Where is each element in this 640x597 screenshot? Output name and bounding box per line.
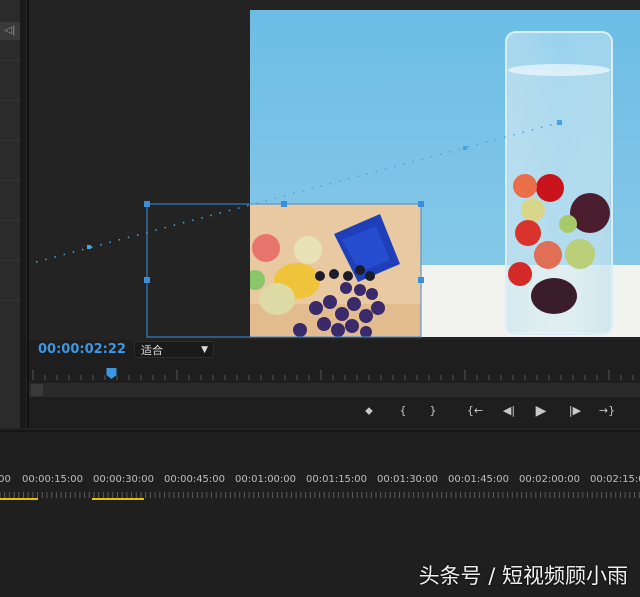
playhead-marker — [106, 368, 117, 379]
go-to-in-button[interactable]: {← — [466, 402, 484, 420]
motion-path — [35, 121, 563, 263]
ruler-label: 00:00:30:00 — [93, 474, 155, 485]
playhead-timecode[interactable]: 00:00:02:22 — [38, 342, 126, 357]
ruler-label: 00:01:15:00 — [306, 474, 368, 485]
monitor-zoom-handle[interactable] — [31, 384, 43, 396]
motion-overlay — [35, 120, 563, 338]
zoom-fit-value: 适合 — [141, 344, 163, 357]
work-area-bar[interactable] — [92, 498, 144, 500]
ruler-label: 00:00 — [0, 474, 11, 485]
step-forward-button[interactable]: |▶ — [566, 402, 584, 420]
play-button[interactable]: ▶ — [532, 402, 550, 420]
keyframe-point — [557, 120, 562, 125]
add-marker-button[interactable]: ⬥ — [360, 402, 378, 420]
monitor-time-ruler[interactable] — [29, 364, 640, 384]
ruler-label: 00:02:00:00 — [519, 474, 581, 485]
mark-out-button[interactable]: } — [424, 402, 442, 420]
transform-handle-top-right[interactable] — [418, 201, 424, 207]
ruler-label: 00:00:15:00 — [22, 474, 84, 485]
transform-handle-mid-right[interactable] — [418, 277, 424, 283]
monitor-zoom-scrollbar[interactable] — [29, 383, 640, 397]
watermark: 头条号 / 短视频顾小雨 — [418, 564, 628, 588]
ruler-label: 00:01:00:00 — [235, 474, 297, 485]
ruler-label: 00:01:30:00 — [377, 474, 439, 485]
ruler-label: 00:01:45:00 — [448, 474, 510, 485]
zoom-fit-select[interactable]: 适合 ▼ — [134, 341, 214, 358]
go-to-out-button[interactable]: →} — [598, 402, 616, 420]
ruler-label: 00:00:45:00 — [164, 474, 226, 485]
transform-bounding-box — [146, 203, 422, 338]
keyframe-point — [463, 146, 467, 150]
work-area-bar[interactable] — [0, 498, 38, 500]
keyframe-point — [87, 245, 91, 249]
mark-in-button[interactable]: { — [394, 402, 412, 420]
transform-handle-top-center[interactable] — [281, 201, 287, 207]
ruler-label: 00:02:15:00 — [590, 474, 640, 485]
step-back-button[interactable]: ◀| — [500, 402, 518, 420]
transform-handle-top-left[interactable] — [144, 201, 150, 207]
chevron-down-icon: ▼ — [201, 345, 208, 355]
transform-handle-mid-left[interactable] — [144, 277, 150, 283]
